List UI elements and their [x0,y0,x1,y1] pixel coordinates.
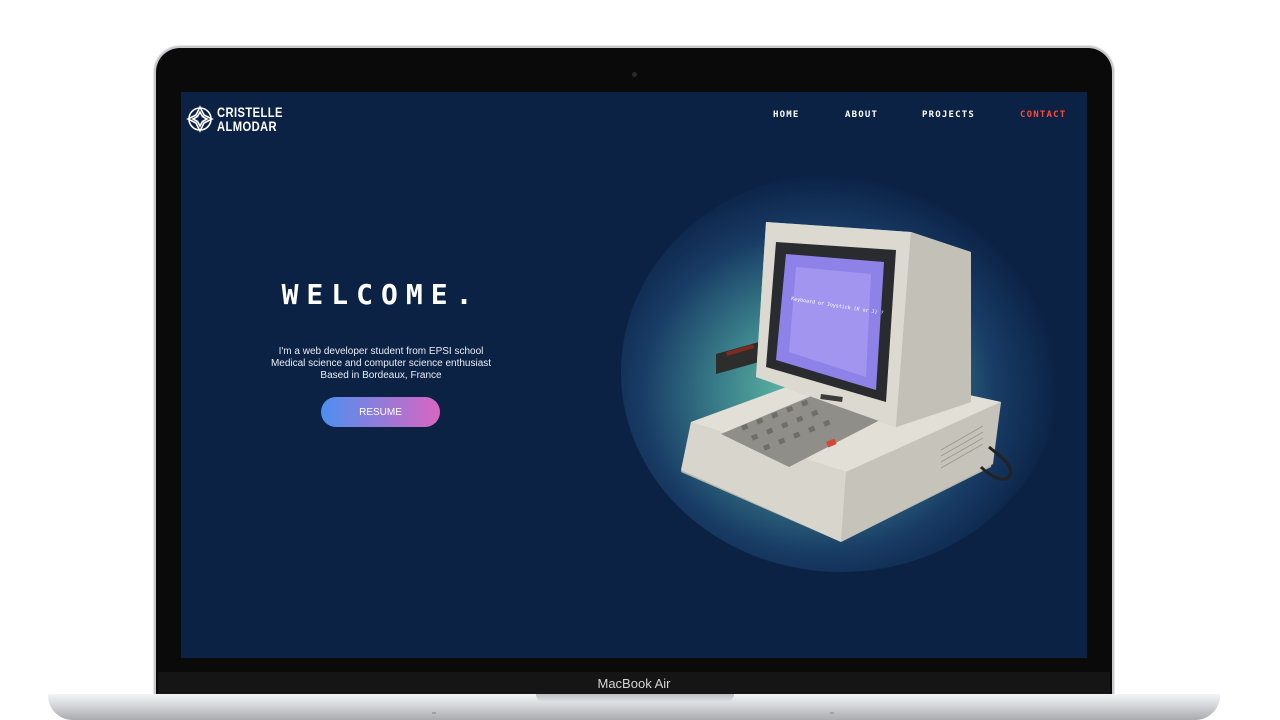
resume-button[interactable]: RESUME [321,397,440,427]
camera-icon [632,72,637,77]
hero-intro: I'm a web developer student from EPSI sc… [181,346,581,382]
top-nav: HOME ABOUT PROJECTS CONTACT [181,110,1087,124]
laptop-foot [830,712,834,714]
nav-home[interactable]: HOME [773,110,799,120]
nav-contact[interactable]: CONTACT [1020,110,1066,120]
intro-line-3: Based in Bordeaux, France [320,370,442,381]
nav-about[interactable]: ABOUT [845,110,878,120]
intro-line-2: Medical science and computer science ent… [270,358,492,369]
device-model-label: MacBook Air [597,676,671,691]
intro-line-1: I'm a web developer student from EPSI sc… [278,346,484,357]
laptop-hinge-notch [536,694,734,702]
website-screen: CRISTELLE ALMODAR HOME ABOUT PROJECTS CO… [181,92,1087,658]
retro-computer-illustration: Keyboard or Joystick (K or J) ? [681,222,1013,542]
laptop-foot [432,712,436,714]
hero-title: WELCOME. [281,278,481,311]
nav-projects[interactable]: PROJECTS [922,110,975,120]
